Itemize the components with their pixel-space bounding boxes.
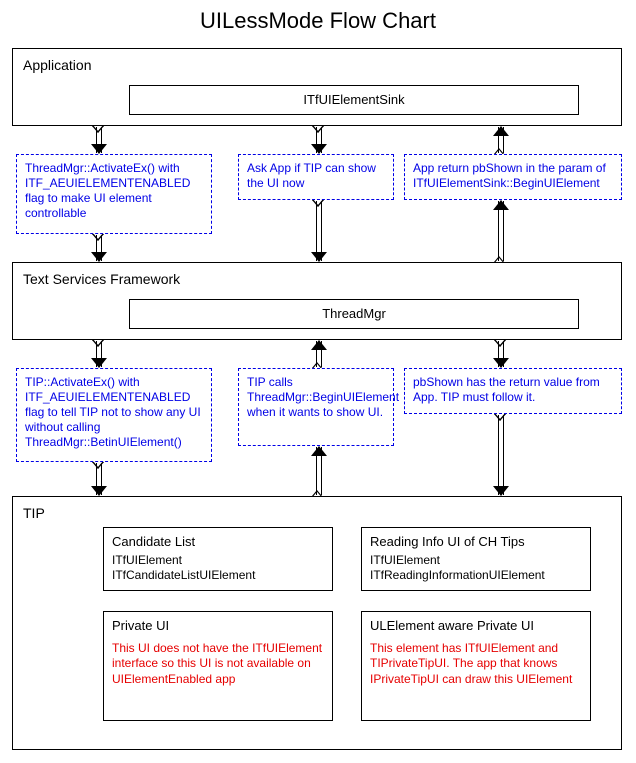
arrow-threadmgr-to-note6 [498,341,504,367]
candidate-list-line1: ITfUIElement [112,553,324,569]
application-box: Application ITfUIElementSink [12,48,622,126]
note-activateex-tip: TIP::ActivateEx() with ITF_AEUIELEMENTEN… [16,368,212,462]
note-pbshown-follow: pbShown has the return value from App. T… [404,368,622,414]
arrow-note3-to-sink [498,127,504,153]
arrow-note1-to-tsf [96,235,102,261]
application-label: Application [23,57,92,73]
threadmgr-box: ThreadMgr [129,299,579,329]
note-activateex-app: ThreadMgr::ActivateEx() with ITF_AEUIELE… [16,154,212,234]
itfuielementsink-box: ITfUIElementSink [129,85,579,115]
note-ask-app: Ask App if TIP can show the UI now [238,154,394,200]
chart-title: UILessMode Flow Chart [0,8,636,34]
tsf-label: Text Services Framework [23,271,180,287]
tsf-box: Text Services Framework ThreadMgr [12,262,622,340]
threadmgr-label: ThreadMgr [322,306,386,321]
candidate-list-line2: ITfCandidateListUIElement [112,568,324,584]
private-ui-title: Private UI [112,618,324,635]
flowchart-canvas: UILessMode Flow Chart Application ITfUIE… [0,0,636,763]
arrow-threadmgr-to-note3 [498,201,504,261]
note-tip-calls-beginuielement: TIP calls ThreadMgr::BeginUIElement when… [238,368,394,446]
note-pbshown-return: App return pbShown in the param of ITfUI… [404,154,622,200]
arrow-note4-to-tip [96,463,102,495]
tip-label: TIP [23,505,45,521]
arrow-app-to-note1 [96,127,102,153]
reading-info-title: Reading Info UI of CH Tips [370,534,582,551]
reading-info-line2: ITfReadingInformationUIElement [370,568,582,584]
reading-info-line1: ITfUIElement [370,553,582,569]
arrow-threadmgr-to-note4 [96,341,102,367]
arrow-sink-to-note2 [316,127,322,153]
private-ui-note: This UI does not have the ITfUIElement i… [112,641,324,688]
itfuielementsink-label: ITfUIElementSink [303,92,404,107]
candidate-list-title: Candidate List [112,534,324,551]
candidate-list-box: Candidate List ITfUIElement ITfCandidate… [103,527,333,591]
arrow-note6-to-tip [498,415,504,495]
arrow-tip-to-note5 [316,447,322,495]
reading-info-box: Reading Info UI of CH Tips ITfUIElement … [361,527,591,591]
arrow-note5-to-threadmgr [316,341,322,367]
arrow-note2-to-threadmgr [316,201,322,261]
ulelement-private-note: This element has ITfUIElement and TIPriv… [370,641,582,688]
ulelement-private-title: ULElement aware Private UI [370,618,582,635]
private-ui-box: Private UI This UI does not have the ITf… [103,611,333,721]
tip-box: TIP Candidate List ITfUIElement ITfCandi… [12,496,622,750]
ulelement-private-box: ULElement aware Private UI This element … [361,611,591,721]
